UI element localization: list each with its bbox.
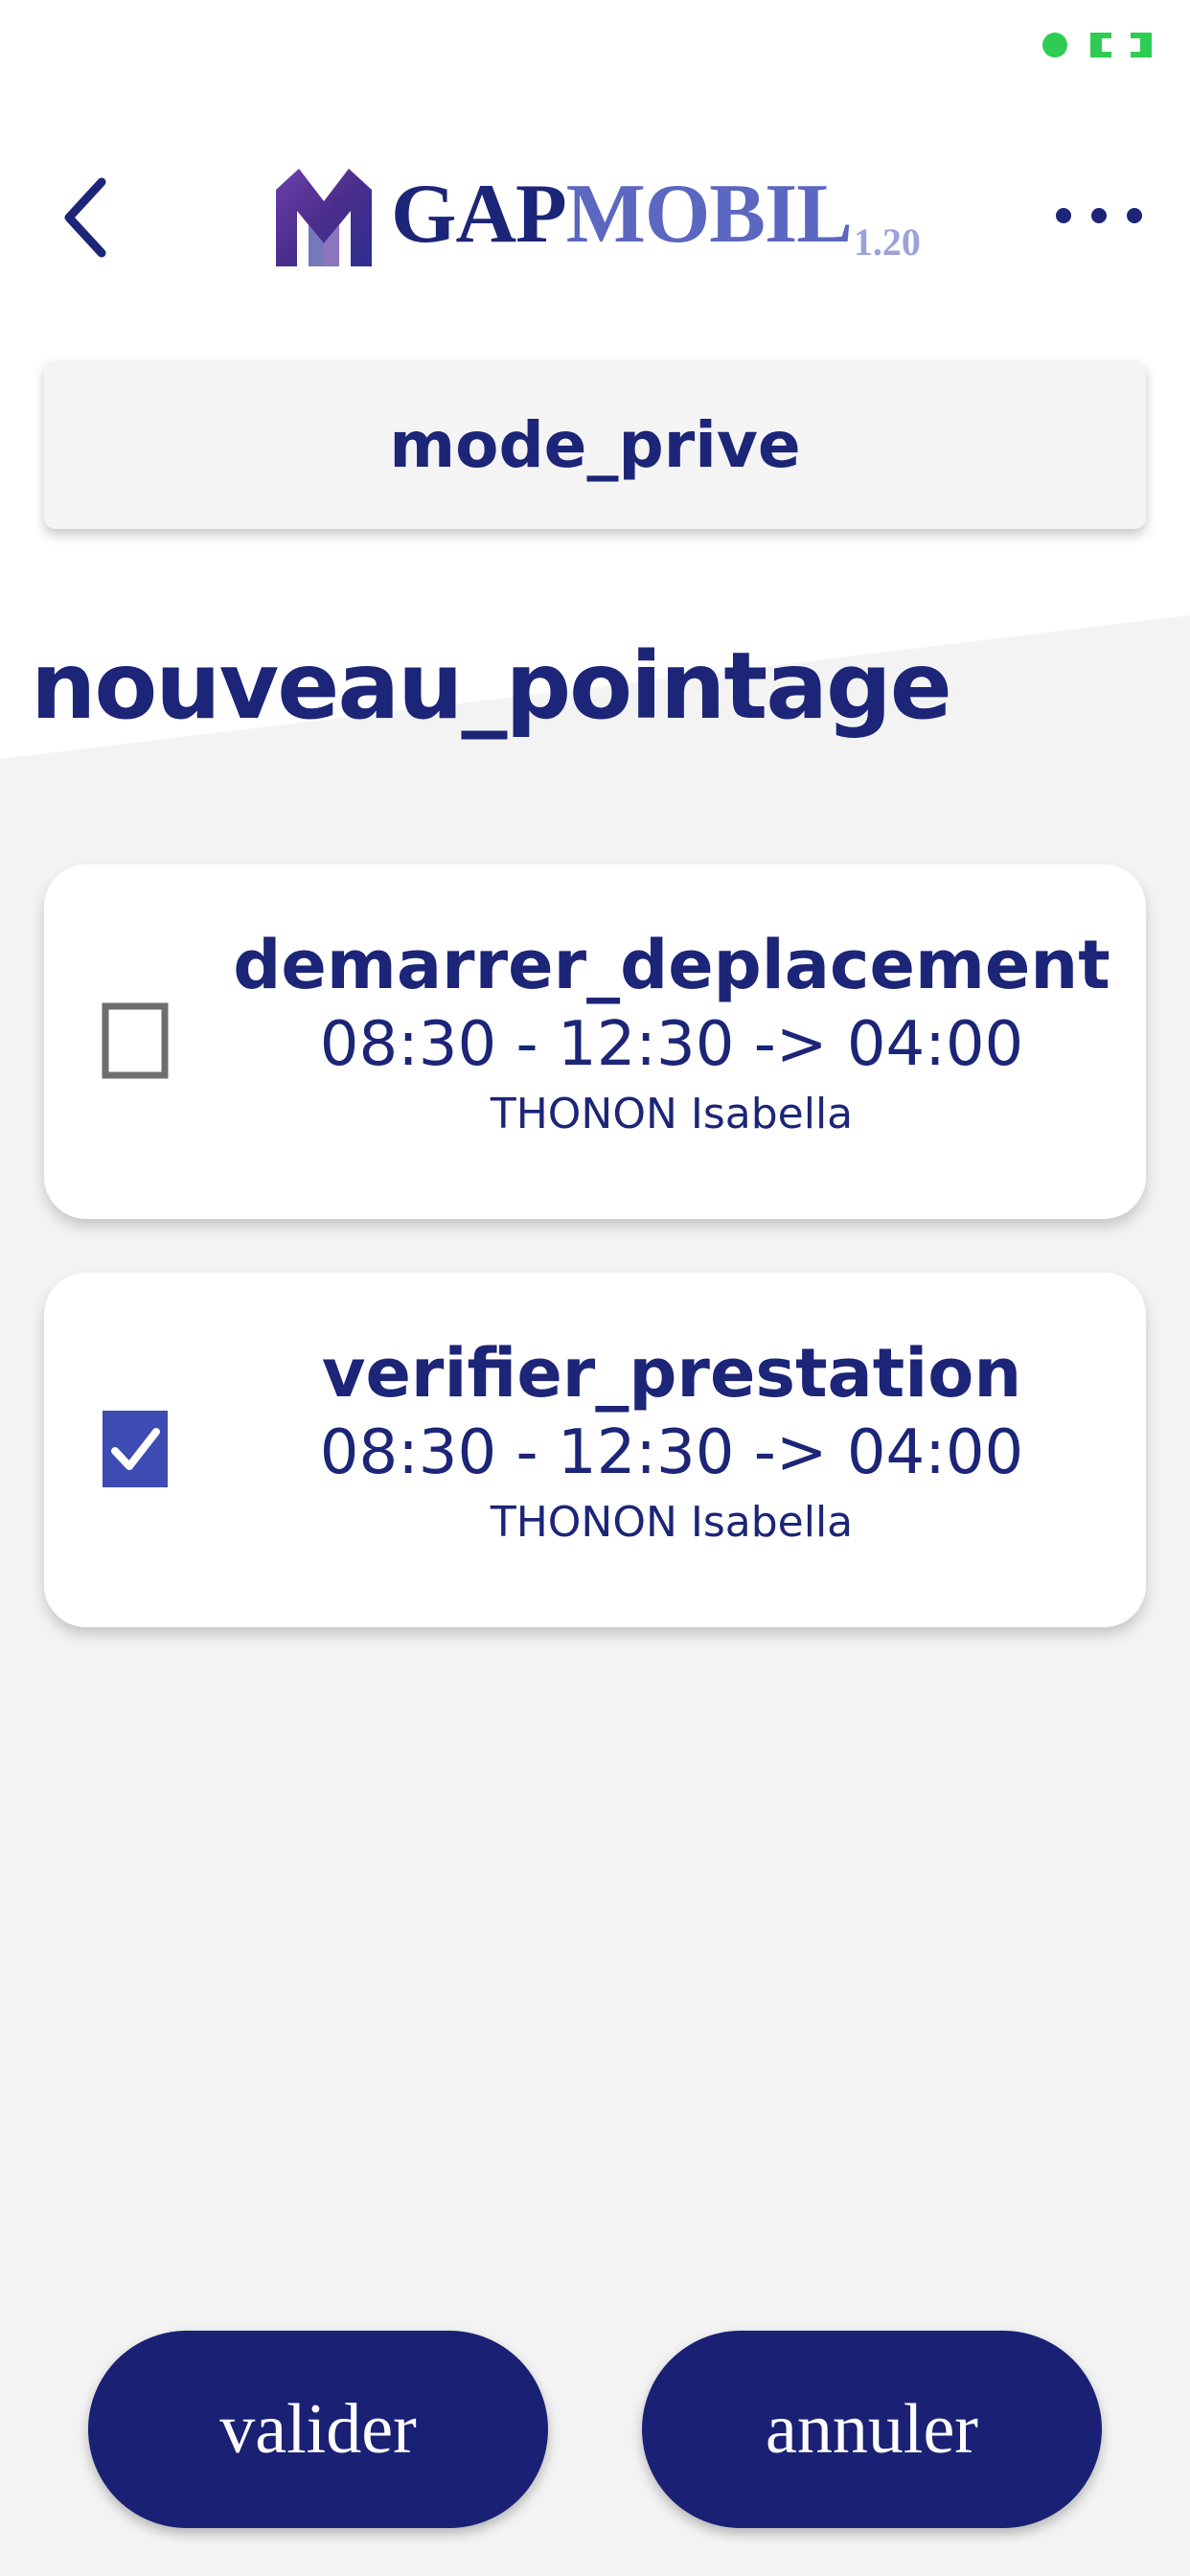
- task-time: 08:30 - 12:30 -> 04:00: [319, 1009, 1024, 1080]
- mode-toggle-button[interactable]: mode_prive: [44, 360, 1146, 529]
- green-dot-icon: [1042, 33, 1067, 58]
- task-card[interactable]: demarrer_deplacement 08:30 - 12:30 -> 04…: [44, 864, 1146, 1219]
- ellipsis-icon-dot: [1056, 208, 1071, 223]
- task-time: 08:30 - 12:30 -> 04:00: [319, 1417, 1024, 1488]
- logo-text-mobil: MOBIL: [565, 168, 853, 261]
- logo-m-icon: [276, 169, 372, 266]
- screen-rotate-icon: [1090, 33, 1152, 58]
- task-title: verifier_prestation: [321, 1334, 1022, 1413]
- logo-text-gap: GAP: [391, 168, 567, 261]
- logo-text: GAPMOBIL: [391, 172, 853, 257]
- page-title: nouveau_pointage: [31, 632, 952, 740]
- task-card[interactable]: verifier_prestation 08:30 - 12:30 -> 04:…: [44, 1273, 1146, 1627]
- chevron-left-icon: [64, 177, 106, 258]
- app-version: 1.20: [853, 220, 921, 264]
- ellipsis-icon-dot: [1127, 208, 1142, 223]
- ellipsis-icon-dot: [1091, 208, 1107, 223]
- task-details: demarrer_deplacement 08:30 - 12:30 -> 04…: [217, 924, 1127, 1146]
- task-details: verifier_prestation 08:30 - 12:30 -> 04:…: [217, 1332, 1127, 1554]
- app-header: GAPMOBIL 1.20: [0, 144, 1190, 288]
- more-options-button[interactable]: [1056, 192, 1142, 240]
- back-button[interactable]: [48, 174, 125, 261]
- task-title: demarrer_deplacement: [233, 926, 1110, 1004]
- task-checkbox-unchecked[interactable]: [102, 1000, 169, 1081]
- task-person: THONON Isabella: [490, 1498, 854, 1547]
- checkbox-empty-icon: [102, 1002, 169, 1079]
- app-logo: GAPMOBIL 1.20: [270, 153, 921, 278]
- status-indicators: [1042, 29, 1156, 61]
- task-person: THONON Isabella: [490, 1090, 854, 1138]
- task-checkbox-checked[interactable]: [102, 1409, 169, 1489]
- cancel-button[interactable]: annuler: [642, 2331, 1102, 2528]
- validate-button[interactable]: valider: [88, 2331, 548, 2528]
- checkbox-checked-icon: [103, 1411, 168, 1487]
